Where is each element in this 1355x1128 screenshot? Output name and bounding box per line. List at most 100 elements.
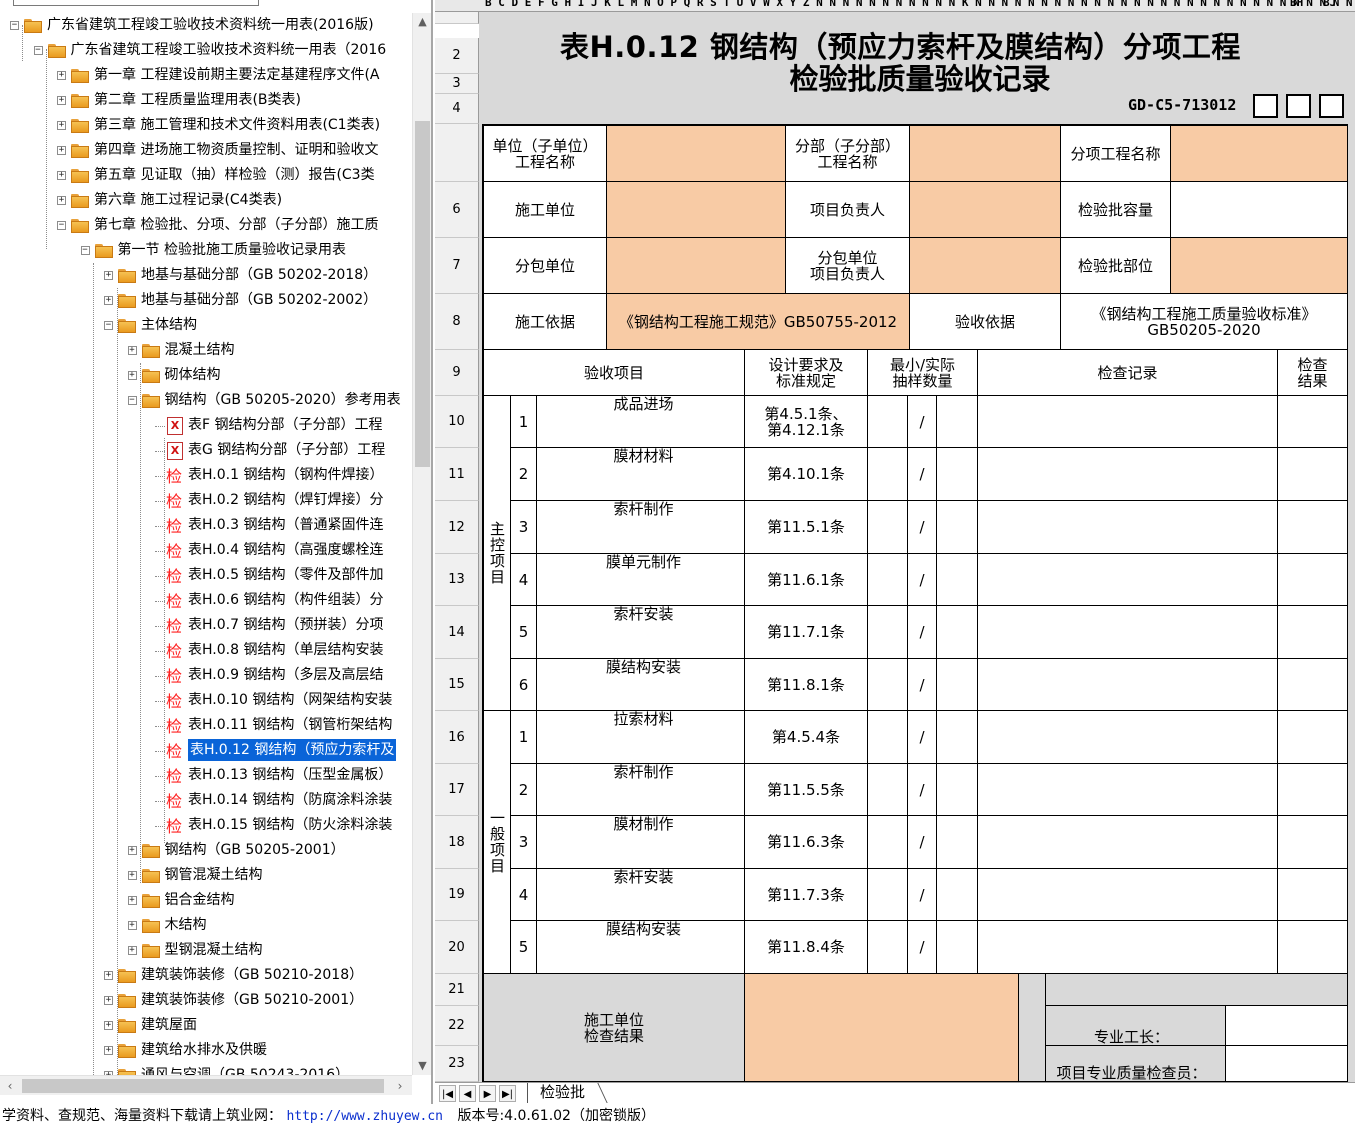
tree-item[interactable]: 第一章 工程建设前期主要法定基建程序文件(A (94, 64, 380, 86)
tree-item[interactable]: 表F 钢结构分部（子分部）工程 (188, 414, 383, 436)
row-header[interactable]: 9 (435, 350, 479, 396)
expand-icon[interactable]: + (57, 146, 66, 155)
tree-item[interactable]: 建筑给水排水及供暖 (141, 1039, 267, 1061)
row-header[interactable] (435, 124, 479, 182)
row-header[interactable]: 10 (435, 396, 479, 448)
tree-item[interactable]: 表H.0.14 钢结构（防腐涂料涂装 (188, 789, 392, 811)
tree-item[interactable]: 钢结构（GB 50205-2001） (165, 839, 345, 861)
main-item-record[interactable] (978, 554, 1278, 606)
prev-sheet-button[interactable]: ◀ (459, 1085, 476, 1102)
tree-item[interactable]: 表H.0.11 钢结构（钢管桁架结构 (188, 714, 392, 736)
tree-item-selected[interactable]: 表H.0.12 钢结构（预应力索杆及 (188, 739, 397, 761)
input-result[interactable] (745, 974, 1019, 1082)
main-item-min[interactable] (868, 448, 908, 501)
expand-icon[interactable]: + (57, 121, 66, 130)
tree-search-input[interactable] (13, 0, 259, 6)
tree-item[interactable]: 第三章 施工管理和技术文件资料用表(C1类表) (94, 114, 380, 136)
tree-item[interactable]: 表H.0.5 钢结构（零件及部件加 (188, 564, 383, 586)
collapse-icon[interactable]: − (127, 396, 137, 405)
main-item-actual[interactable] (937, 501, 978, 554)
tree-item[interactable]: 第七章 检验批、分项、分部（子分部）施工质 (94, 214, 378, 236)
expand-icon[interactable]: + (127, 871, 137, 880)
tree-item[interactable]: 混凝土结构 (165, 339, 235, 361)
tree-item[interactable]: 第四章 进场施工物资质量控制、证明和验收文 (94, 139, 378, 161)
general-item-record[interactable] (978, 816, 1278, 869)
general-item-result[interactable] (1278, 711, 1348, 764)
tree-item[interactable]: 木结构 (165, 914, 207, 936)
expand-icon[interactable]: + (127, 371, 137, 380)
input-accept-basis[interactable]: 《钢结构工程施工质量验收标准》 GB50205-2020 (1061, 294, 1348, 350)
expand-icon[interactable]: + (127, 946, 137, 955)
main-item-result[interactable] (1278, 659, 1348, 711)
tree-vertical-scrollbar[interactable]: ▲ ▼ (412, 13, 431, 1075)
main-item-min[interactable] (868, 659, 908, 711)
main-item-result[interactable] (1278, 501, 1348, 554)
main-item-result[interactable] (1278, 554, 1348, 606)
general-item-actual[interactable] (937, 921, 978, 974)
row-header[interactable]: 18 (435, 816, 479, 869)
tree-item[interactable]: 第六章 施工过程记录(C4类表) (94, 189, 282, 211)
input-sub-pm[interactable] (910, 238, 1061, 294)
website-link[interactable]: http://www.zhuyew.cn (286, 1109, 443, 1124)
tree-item[interactable]: 表H.0.4 钢结构（高强度螺栓连 (188, 539, 383, 561)
row-header[interactable]: 19 (435, 869, 479, 921)
row-header[interactable]: 22 (435, 1006, 479, 1046)
tree-horizontal-scrollbar[interactable]: ‹ › (0, 1075, 412, 1095)
main-item-min[interactable] (868, 396, 908, 448)
input-builder[interactable] (607, 182, 786, 238)
tree-item[interactable]: 第五章 见证取（抽）样检验（测）报告(C3类 (94, 164, 375, 186)
scroll-thumb[interactable] (415, 121, 430, 467)
general-item-actual[interactable] (937, 764, 978, 816)
general-item-record[interactable] (978, 711, 1278, 764)
tree-item[interactable]: 表H.0.2 钢结构（焊钉焊接）分 (188, 489, 383, 511)
main-item-result[interactable] (1278, 606, 1348, 659)
main-item-min[interactable] (868, 606, 908, 659)
scroll-left-icon[interactable]: ‹ (0, 1076, 20, 1096)
expand-icon[interactable]: + (57, 171, 66, 180)
general-item-result[interactable] (1278, 921, 1348, 974)
tree-item[interactable]: 表H.0.3 钢结构（普通紧固件连 (188, 514, 383, 536)
scroll-down-icon[interactable]: ▼ (413, 1057, 431, 1075)
expand-icon[interactable]: + (57, 96, 66, 105)
row-header[interactable]: 13 (435, 554, 479, 606)
tree-item[interactable]: 地基与基础分部（GB 50202-2018） (141, 264, 377, 286)
tree-item[interactable]: 第一节 检验批施工质量验收记录用表 (118, 239, 346, 261)
tree-item[interactable]: 钢管混凝土结构 (165, 864, 263, 886)
tree-item[interactable]: 建筑装饰装修（GB 50210-2018） (141, 964, 363, 986)
tree-item[interactable]: 表H.0.6 钢结构（构件组装）分 (188, 589, 383, 611)
general-item-min[interactable] (868, 816, 908, 869)
general-item-actual[interactable] (937, 711, 978, 764)
general-item-record[interactable] (978, 869, 1278, 921)
collapse-icon[interactable]: − (57, 221, 66, 230)
tree-item[interactable]: 表H.0.15 钢结构（防火涂料涂装 (188, 814, 392, 836)
tree-item[interactable]: 第二章 工程质量监理用表(B类表) (94, 89, 301, 111)
general-item-result[interactable] (1278, 764, 1348, 816)
expand-icon[interactable]: + (57, 196, 66, 205)
main-item-actual[interactable] (937, 659, 978, 711)
expand-icon[interactable]: + (104, 296, 113, 305)
first-sheet-button[interactable]: |◀ (439, 1085, 456, 1102)
input-inspector[interactable] (1226, 1046, 1348, 1082)
general-item-min[interactable] (868, 711, 908, 764)
row-header[interactable]: 14 (435, 606, 479, 659)
row-header[interactable]: 21 (435, 974, 479, 1006)
row-header[interactable]: 8 (435, 294, 479, 350)
row-header[interactable]: 20 (435, 921, 479, 974)
code-box-2[interactable] (1286, 94, 1311, 118)
tree-item[interactable]: 表H.0.1 钢结构（钢构件焊接） (188, 464, 383, 486)
scroll-thumb-horizontal[interactable] (22, 1079, 384, 1093)
row-header[interactable] (435, 12, 479, 24)
row-header[interactable]: 11 (435, 448, 479, 501)
tree-item[interactable]: 表G 钢结构分部（子分部）工程 (188, 439, 385, 461)
input-capacity[interactable] (1171, 182, 1348, 238)
expand-icon[interactable]: + (104, 971, 113, 980)
tree-item[interactable]: 砌体结构 (165, 364, 221, 386)
main-item-actual[interactable] (937, 554, 978, 606)
general-item-min[interactable] (868, 764, 908, 816)
scroll-up-icon[interactable]: ▲ (413, 13, 431, 31)
input-part[interactable] (1171, 238, 1348, 294)
row-header[interactable]: 7 (435, 238, 479, 294)
tree-item[interactable]: 广东省建筑工程竣工验收技术资料统一用表（2016 (71, 39, 387, 61)
expand-icon[interactable]: + (104, 996, 113, 1005)
collapse-icon[interactable]: − (104, 321, 113, 330)
